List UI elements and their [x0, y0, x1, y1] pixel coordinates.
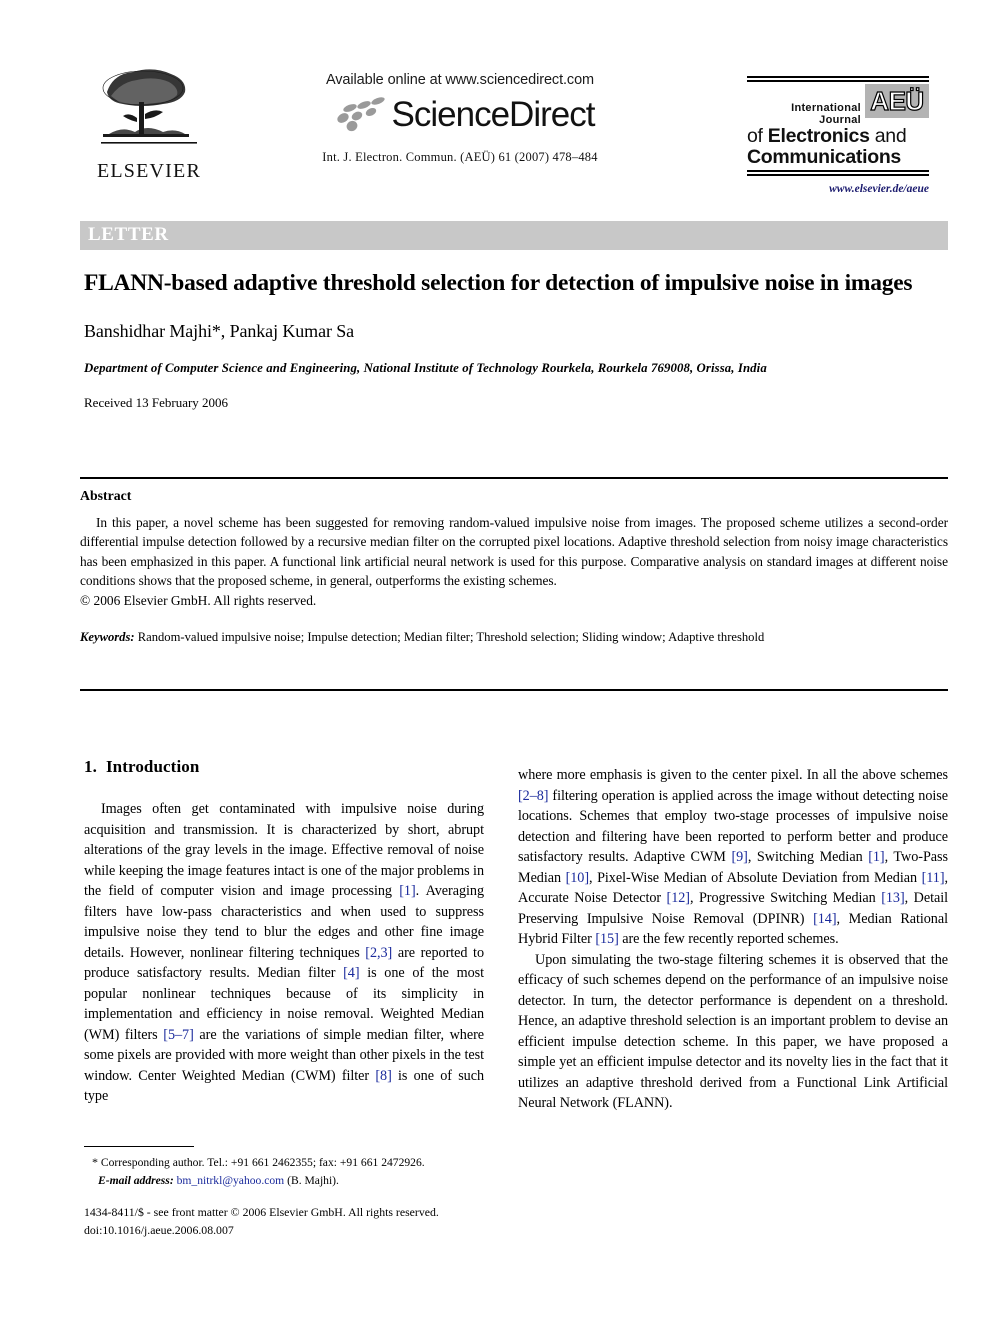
elsevier-wordmark: ELSEVIER	[96, 160, 202, 182]
corresponding-author-note: * Corresponding author. Tel.: +91 661 24…	[84, 1153, 484, 1172]
abstract-text: In this paper, a novel scheme has been s…	[80, 515, 948, 589]
aeu-bottom-rule	[747, 170, 929, 177]
paragraph-intro-3: Upon simulating the two-stage filtering …	[518, 951, 948, 1112]
aeu-journal-logo: AEÜ International Journal of Electronics…	[747, 76, 929, 195]
text-run: , Switching Median	[747, 849, 869, 866]
abstract-top-rule	[80, 477, 948, 479]
section-number: 1.	[84, 757, 97, 776]
aeu-abbreviation-badge: AEÜ	[865, 84, 929, 118]
abstract-block: Abstract In this paper, a novel scheme h…	[80, 488, 948, 647]
citation-ref-2-3[interactable]: [2,3]	[365, 945, 392, 961]
citation-ref-10[interactable]: [10]	[566, 870, 589, 886]
paragraph-intro-1: Images often get contaminated with impul…	[84, 799, 484, 1107]
keywords-line: Keywords: Random-valued impulsive noise;…	[80, 629, 948, 647]
text-run: , Progressive Switching Median	[689, 890, 882, 907]
section-title: Introduction	[105, 757, 200, 776]
journal-citation: Int. J. Electron. Commun. (AEÜ) 61 (2007…	[322, 150, 598, 164]
footnote-block: * Corresponding author. Tel.: +91 661 24…	[84, 1153, 484, 1189]
sciencedirect-swoosh-icon	[336, 97, 385, 132]
body-column-right: where more emphasis is given to the cent…	[518, 765, 948, 1114]
footnote-separator-rule	[84, 1146, 194, 1147]
email-note: E-mail address: bm_nitrkl@yahoo.com (B. …	[84, 1172, 484, 1190]
footer-issn-block: 1434-8411/$ - see front matter © 2006 El…	[84, 1204, 504, 1240]
citation-ref-13[interactable]: [13]	[881, 890, 904, 906]
sciencedirect-wordmark: ScienceDirect	[391, 94, 596, 134]
keywords-values: Random-valued impulsive noise; Impulse d…	[134, 630, 765, 645]
keywords-label: Keywords:	[80, 630, 135, 645]
citation-ref-4[interactable]: [4]	[343, 965, 359, 981]
elsevier-tree-icon	[101, 69, 197, 144]
article-type-banner: LETTER	[80, 221, 948, 250]
text-run: where more emphasis is given to the cent…	[518, 767, 948, 783]
paragraph-intro-2: where more emphasis is given to the cent…	[518, 765, 948, 950]
body-column-left: 1. Introduction Images often get contamin…	[84, 757, 484, 1107]
section-heading-introduction: 1. Introduction	[84, 757, 484, 777]
citation-ref-2-8[interactable]: [2–8]	[518, 788, 549, 804]
aeu-abbreviation-text: AEÜ	[870, 86, 925, 116]
abstract-copyright: © 2006 Elsevier GmbH. All rights reserve…	[80, 592, 317, 608]
citation-ref-15[interactable]: [15]	[595, 931, 618, 947]
available-online-text: Available online at www.sciencedirect.co…	[325, 72, 595, 88]
text-run: are the few recently reported schemes.	[618, 931, 839, 948]
text-run: Corresponding author. Tel.: +91 661 2462…	[98, 1156, 425, 1169]
text-run: (B. Majhi).	[284, 1173, 339, 1187]
abstract-heading: Abstract	[80, 488, 132, 503]
author-list: Banshidhar Majhi*, Pankaj Kumar Sa	[84, 321, 355, 342]
aeu-communications-word: Communications	[747, 146, 901, 169]
citation-ref-1[interactable]: [1]	[399, 883, 415, 899]
article-type-label: LETTER	[88, 224, 169, 245]
citation-ref-1b[interactable]: [1]	[868, 849, 884, 865]
aeu-and-word: and	[869, 125, 907, 147]
citation-ref-11[interactable]: [11]	[922, 870, 945, 886]
affiliation: Department of Computer Science and Engin…	[84, 361, 767, 376]
email-address-link[interactable]: bm_nitrkl@yahoo.com	[177, 1174, 285, 1187]
title-block: FLANN-based adaptive threshold selection…	[84, 268, 950, 411]
paper-page: ELSEVIER Available online at www.science…	[0, 0, 992, 1323]
email-address-label: E-mail address:	[98, 1173, 174, 1187]
issn-line: 1434-8411/$ - see front matter © 2006 El…	[84, 1205, 439, 1219]
citation-ref-5-7[interactable]: [5–7]	[163, 1027, 194, 1043]
abstract-bottom-rule	[80, 689, 948, 691]
citation-ref-8[interactable]: [8]	[375, 1068, 391, 1084]
aeu-website-url[interactable]: www.elsevier.de/aeue	[747, 183, 929, 195]
elsevier-logo: ELSEVIER	[84, 62, 214, 183]
doi-line: doi:10.1016/j.aeue.2006.08.007	[84, 1222, 234, 1237]
sciencedirect-block: Available online at www.sciencedirect.co…	[290, 72, 630, 165]
aeu-electronics-line: of Electronics and	[747, 125, 929, 147]
received-date: Received 13 February 2006	[84, 395, 229, 411]
masthead: ELSEVIER Available online at www.science…	[0, 0, 992, 215]
aeu-of-word: of	[747, 125, 768, 147]
text-run: , Pixel-Wise Median of Absolute Deviatio…	[589, 869, 922, 886]
citation-ref-12[interactable]: [12]	[667, 890, 690, 906]
citation-ref-14[interactable]: [14]	[813, 911, 836, 927]
citation-ref-9[interactable]: [9]	[731, 849, 747, 865]
aeu-electronics-word: Electronics	[767, 125, 870, 147]
page-title: FLANN-based adaptive threshold selection…	[84, 270, 913, 296]
